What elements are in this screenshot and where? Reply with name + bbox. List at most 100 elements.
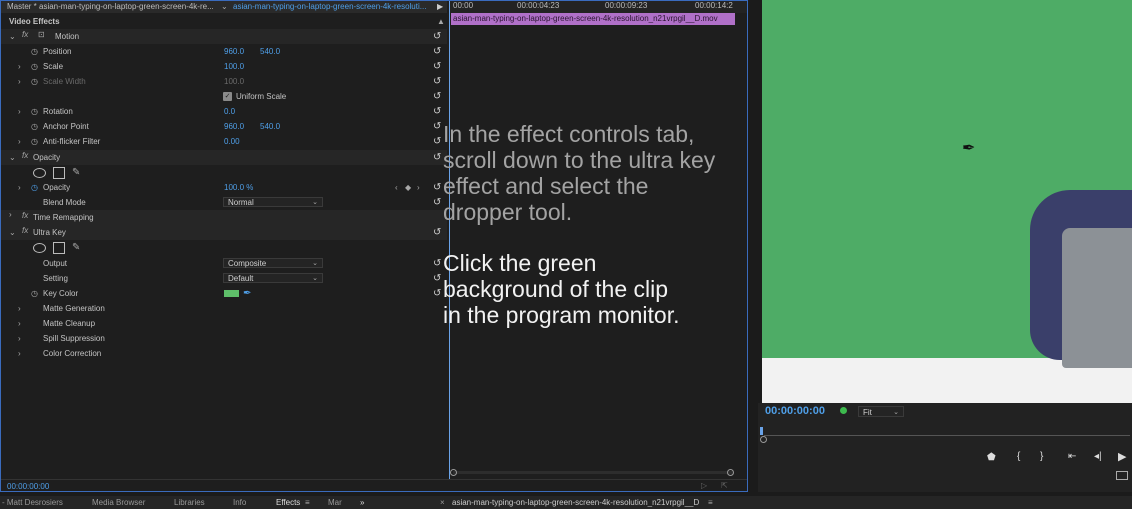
go-to-in-icon[interactable]: ⇤ bbox=[1068, 451, 1076, 462]
opacity-value[interactable]: 100.0 % bbox=[224, 180, 253, 195]
timeline-clip[interactable]: asian-man-typing-on-laptop-green-screen-… bbox=[451, 13, 735, 25]
filter-icon[interactable]: ▷ bbox=[701, 481, 707, 490]
stopwatch-icon[interactable]: ◷ bbox=[31, 134, 38, 149]
stopwatch-icon[interactable]: ◷ bbox=[31, 104, 38, 119]
tab-project[interactable]: - Matt Desrosiers bbox=[2, 496, 63, 509]
matte-generation-row[interactable]: › Matte Generation bbox=[1, 301, 447, 316]
reset-icon[interactable]: ↺ bbox=[433, 31, 445, 43]
program-timecode[interactable]: 00:00:00:00 bbox=[765, 405, 825, 417]
scroll-start-handle[interactable] bbox=[450, 469, 457, 476]
stopwatch-icon[interactable]: ◷ bbox=[31, 119, 38, 134]
reset-icon[interactable]: ↺ bbox=[433, 61, 445, 73]
reset-icon[interactable]: ↺ bbox=[433, 227, 445, 239]
time-remapping-section[interactable]: › fx Time Remapping bbox=[1, 210, 447, 225]
matte-cleanup-row[interactable]: › Matte Cleanup bbox=[1, 316, 447, 331]
program-zoom-handle[interactable] bbox=[760, 436, 767, 443]
playhead[interactable] bbox=[449, 1, 450, 479]
transform-icon[interactable]: ⊡ bbox=[38, 30, 45, 39]
current-timecode[interactable]: 00:00:00:00 bbox=[7, 482, 49, 491]
chevron-down-icon[interactable]: ⌄ bbox=[221, 1, 228, 13]
ellipse-mask-icon[interactable] bbox=[33, 168, 46, 178]
tab-effects[interactable]: Effects bbox=[276, 496, 300, 509]
reset-icon[interactable]: ↺ bbox=[433, 106, 445, 118]
chevron-right-icon[interactable]: › bbox=[18, 316, 21, 331]
opacity-section[interactable]: ⌄ fx Opacity ↺ bbox=[1, 150, 447, 165]
rotation-value[interactable]: 0.0 bbox=[224, 104, 235, 119]
scale-value[interactable]: 100.0 bbox=[224, 59, 244, 74]
tab-libraries[interactable]: Libraries bbox=[174, 496, 205, 509]
scroll-end-handle[interactable] bbox=[727, 469, 734, 476]
tab-media-browser[interactable]: Media Browser bbox=[92, 496, 145, 509]
chevron-right-icon[interactable]: › bbox=[18, 104, 21, 119]
chevron-right-icon[interactable]: › bbox=[18, 134, 21, 149]
panel-menu-icon[interactable]: ≡ bbox=[708, 496, 713, 509]
stopwatch-icon[interactable]: ◷ bbox=[31, 286, 38, 301]
fx-icon[interactable]: fx bbox=[22, 30, 28, 39]
antiflicker-value[interactable]: 0.00 bbox=[224, 134, 240, 149]
chevron-down-icon[interactable]: ⌄ bbox=[9, 228, 16, 237]
chevron-right-icon[interactable]: › bbox=[18, 331, 21, 346]
timeline-ruler[interactable]: 00:00 00:00:04:23 00:00:09:23 00:00:14:2 bbox=[449, 1, 747, 13]
fx-icon[interactable]: fx bbox=[22, 226, 28, 235]
uniform-scale-checkbox[interactable]: ✓ bbox=[223, 92, 232, 101]
stopwatch-active-icon[interactable]: ◷ bbox=[31, 180, 38, 195]
eyedropper-icon[interactable]: ✒ bbox=[243, 286, 251, 301]
add-marker-icon[interactable]: ⬟ bbox=[987, 452, 996, 463]
reset-icon[interactable]: ↺ bbox=[433, 91, 445, 103]
mark-out-icon[interactable]: } bbox=[1040, 451, 1043, 462]
prev-keyframe-icon[interactable]: ‹ bbox=[395, 180, 398, 195]
anchor-y-value[interactable]: 540.0 bbox=[260, 119, 280, 134]
rectangle-mask-icon[interactable] bbox=[53, 167, 65, 179]
stopwatch-icon[interactable]: ◷ bbox=[31, 44, 38, 59]
chevron-down-icon[interactable]: ⌄ bbox=[9, 153, 16, 162]
chevron-right-icon[interactable]: › bbox=[18, 301, 21, 316]
tab-sequence[interactable]: asian-man-typing-on-laptop-green-screen-… bbox=[452, 496, 699, 509]
tab-info[interactable]: Info bbox=[233, 496, 246, 509]
fx-icon[interactable]: fx bbox=[22, 151, 28, 160]
rectangle-mask-icon[interactable] bbox=[53, 242, 65, 254]
scroll-up-icon[interactable]: ▲ bbox=[437, 14, 445, 29]
program-monitor-video[interactable]: ✒ bbox=[762, 0, 1132, 403]
close-icon[interactable]: × bbox=[440, 496, 445, 509]
reset-icon[interactable]: ↺ bbox=[433, 46, 445, 58]
color-correction-row[interactable]: › Color Correction bbox=[1, 346, 447, 361]
stopwatch-icon[interactable]: ◷ bbox=[31, 59, 38, 74]
chevron-right-icon[interactable]: › bbox=[18, 59, 21, 74]
blend-mode-dropdown[interactable]: Normal ⌄ bbox=[223, 197, 323, 207]
export-icon[interactable]: ⇱ bbox=[721, 481, 728, 490]
chevron-down-icon[interactable]: ⌄ bbox=[9, 32, 16, 41]
chevron-right-icon[interactable]: › bbox=[18, 346, 21, 361]
pen-tool-icon[interactable]: ✎ bbox=[72, 165, 80, 180]
output-dropdown[interactable]: Composite ⌄ bbox=[223, 258, 323, 268]
program-playhead[interactable] bbox=[760, 427, 763, 435]
position-y-value[interactable]: 540.0 bbox=[260, 44, 280, 59]
add-keyframe-icon[interactable]: ◆ bbox=[405, 180, 411, 195]
tab-markers[interactable]: Mar bbox=[328, 496, 342, 509]
ellipse-mask-icon[interactable] bbox=[33, 243, 46, 253]
chevron-right-icon[interactable]: › bbox=[9, 210, 12, 219]
mark-in-icon[interactable]: { bbox=[1017, 451, 1020, 462]
panel-menu-icon[interactable]: ≡ bbox=[305, 496, 310, 509]
sequence-clip-label[interactable]: asian-man-typing-on-laptop-green-screen-… bbox=[233, 1, 426, 13]
ultra-key-mask-tools: ✎ bbox=[1, 240, 447, 255]
master-clip-label[interactable]: Master * asian-man-typing-on-laptop-gree… bbox=[7, 1, 214, 13]
play-triangle-icon[interactable]: ▶ bbox=[437, 1, 443, 13]
position-x-value[interactable]: 960.0 bbox=[224, 44, 244, 59]
motion-section[interactable]: ⌄ fx ⊡ Motion ↺ bbox=[1, 29, 447, 44]
zoom-fit-dropdown[interactable]: Fit ⌄ bbox=[858, 406, 904, 417]
setting-dropdown[interactable]: Default ⌄ bbox=[223, 273, 323, 283]
chevron-right-icon[interactable]: › bbox=[18, 180, 21, 195]
spill-suppression-row[interactable]: › Spill Suppression bbox=[1, 331, 447, 346]
ultra-key-section[interactable]: ⌄ fx Ultra Key ↺ bbox=[1, 225, 447, 240]
play-icon[interactable]: ▶ bbox=[1118, 450, 1126, 463]
reset-icon[interactable]: ↺ bbox=[433, 76, 445, 88]
step-back-icon[interactable]: ◂| bbox=[1094, 451, 1102, 462]
next-keyframe-icon[interactable]: › bbox=[417, 180, 420, 195]
export-frame-icon[interactable] bbox=[1116, 471, 1128, 480]
more-tabs-icon[interactable]: » bbox=[360, 496, 364, 509]
program-time-ruler[interactable] bbox=[764, 435, 1130, 436]
timeline-scrollbar[interactable] bbox=[453, 471, 733, 474]
key-color-swatch[interactable] bbox=[224, 290, 239, 297]
pen-tool-icon[interactable]: ✎ bbox=[72, 240, 80, 255]
anchor-x-value[interactable]: 960.0 bbox=[224, 119, 244, 134]
